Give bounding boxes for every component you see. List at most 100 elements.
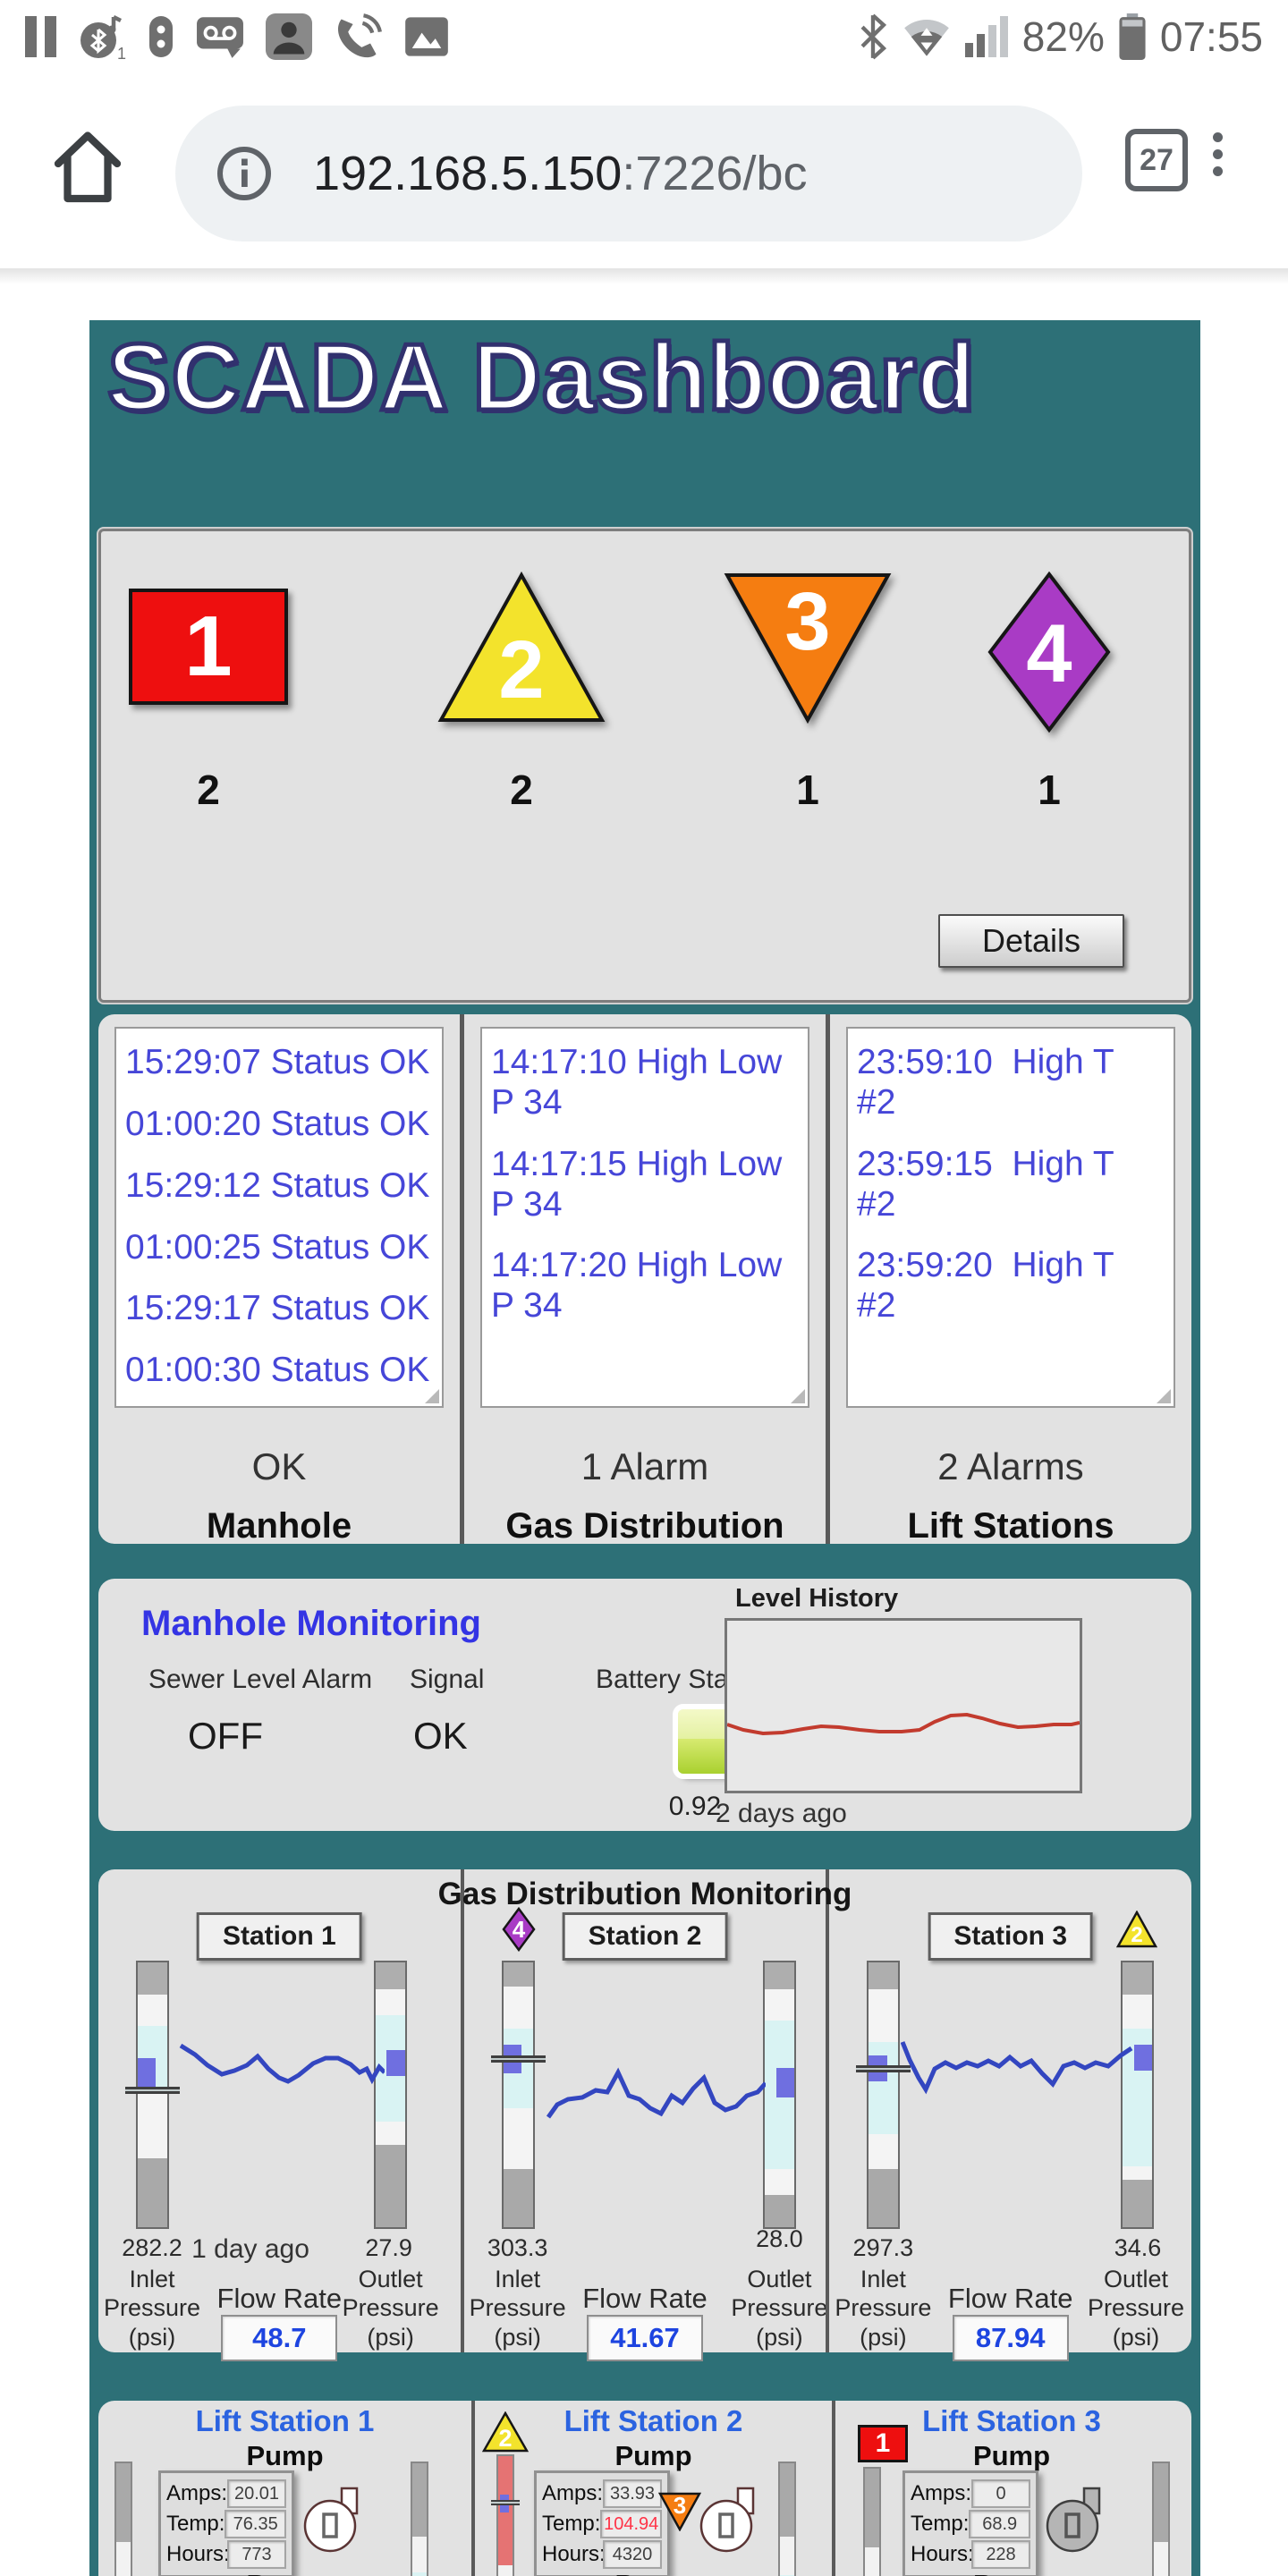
priority-4-diamond-icon: 4 bbox=[985, 571, 1114, 733]
flow-rate-label: Flow Rate bbox=[948, 2283, 1073, 2315]
lift-station-1-title: Lift Station 1 bbox=[98, 2404, 471, 2438]
station-2-outlet-tank bbox=[763, 1961, 796, 2229]
gas-distribution-panel: Gas Distribution Monitoring Station 1 bbox=[98, 1869, 1191, 2352]
lift-3-temp-value: 68.9 bbox=[969, 2510, 1030, 2538]
event-log-row: 15:29:07 Status OK 01:00:20 Status OK 15… bbox=[98, 1014, 1191, 1544]
lift-log-textarea[interactable]: 23:59:10 High T#2 23:59:15 High T#2 23:5… bbox=[846, 1027, 1175, 1408]
station-1-button[interactable]: Station 1 bbox=[197, 1912, 362, 1961]
browser-toolbar: 192.168.5.150:7226/bc 27 bbox=[0, 73, 1288, 268]
url-path: :7226/bc bbox=[622, 147, 807, 200]
log-panel-manhole: 15:29:07 Status OK 01:00:20 Status OK 15… bbox=[98, 1014, 460, 1544]
gas-log-textarea[interactable]: 14:17:10 High LowP 34 14:17:15 High LowP… bbox=[480, 1027, 809, 1408]
station-1-inlet-tank bbox=[136, 1961, 169, 2229]
alarm-priority-1: 1 bbox=[119, 571, 298, 705]
station-3-flow-value: 87.94 bbox=[953, 2315, 1069, 2361]
accessibility-icon bbox=[148, 14, 174, 59]
gas-station-2: 4 Station 2 bbox=[461, 1869, 826, 2352]
manhole-label: Manhole bbox=[114, 1506, 444, 1546]
station-2-flow-trend bbox=[547, 2053, 766, 2138]
lift-1-temp-value: 76.35 bbox=[225, 2510, 286, 2538]
outlet-pressure-label: Outlet Pressure (psi) bbox=[1073, 2265, 1199, 2351]
resize-handle-icon[interactable] bbox=[425, 1389, 439, 1403]
alarm-summary-panel: 1 2 3 4 2 2 1 bbox=[98, 529, 1191, 1003]
lift-3-pump-fields: Amps:0 Temp:68.9 Hours:228 bbox=[902, 2470, 1038, 2576]
station-2-diamond-badge-icon: 4 bbox=[502, 1907, 536, 1952]
lift-station-2-title: Lift Station 2 bbox=[475, 2404, 832, 2438]
station-3-button[interactable]: Station 3 bbox=[928, 1912, 1093, 1961]
sewer-level-alarm-label: Sewer Level Alarm bbox=[148, 1665, 372, 1695]
log-panel-gas: 14:17:10 High LowP 34 14:17:15 High LowP… bbox=[460, 1014, 826, 1544]
bluetooth-audio-icon: 1 bbox=[78, 13, 126, 61]
manhole-log-textarea[interactable]: 15:29:07 Status OK 01:00:20 Status OK 15… bbox=[114, 1027, 444, 1408]
gas-distribution-title: Gas Distribution Monitoring bbox=[438, 1877, 852, 1912]
temp-label: Temp: bbox=[911, 2512, 969, 2537]
svg-text:4: 4 bbox=[1026, 608, 1072, 699]
lift-3-amps-value: 0 bbox=[971, 2479, 1030, 2508]
gas-station-3: Station 3 2 bbox=[826, 1869, 1191, 2352]
inlet-pressure-label: Inlet Pressure (psi) bbox=[94, 2265, 210, 2351]
wifi-calling-icon bbox=[334, 13, 382, 60]
svg-text:3: 3 bbox=[674, 2492, 686, 2519]
browser-menu-button[interactable] bbox=[1213, 125, 1224, 183]
battery-percent: 82% bbox=[1022, 13, 1105, 61]
manhole-status: OK bbox=[114, 1445, 444, 1488]
status-bar: 1 bbox=[0, 0, 1288, 73]
page-title: SCADA Dashboard bbox=[107, 324, 976, 432]
battery-icon bbox=[1119, 13, 1146, 60]
resize-handle-icon[interactable] bbox=[1157, 1389, 1171, 1403]
details-button[interactable]: Details bbox=[938, 914, 1124, 968]
voicemail-icon bbox=[196, 15, 244, 58]
dashboard-root: SCADA Dashboard 1 2 3 4 bbox=[89, 320, 1200, 2576]
level-history-xlabel: 2 days ago bbox=[716, 1799, 847, 1829]
resize-handle-icon[interactable] bbox=[791, 1389, 805, 1403]
pump-2-label: Pump bbox=[98, 2569, 471, 2576]
sewer-level-alarm-value: OFF bbox=[188, 1715, 263, 1758]
priority-4-count: 1 bbox=[960, 766, 1139, 814]
signal-value: OK bbox=[413, 1715, 468, 1758]
clock: 07:55 bbox=[1160, 13, 1263, 61]
toolbar-shadow bbox=[0, 268, 1288, 295]
lift-3-right-gauge bbox=[1152, 2462, 1170, 2576]
priority-2-count: 2 bbox=[432, 766, 611, 814]
tab-count: 27 bbox=[1140, 143, 1174, 178]
photos-icon bbox=[403, 13, 450, 60]
svg-text:2: 2 bbox=[1131, 1923, 1142, 1947]
lift-station-2: 2 Lift Station 2 Pump Amps:33.93 Temp:10… bbox=[471, 2401, 832, 2576]
station-3-triangle-badge-icon: 2 bbox=[1116, 1911, 1157, 1948]
tab-switcher-button[interactable]: 27 bbox=[1125, 129, 1188, 191]
inlet-pressure-label: Inlet Pressure (psi) bbox=[460, 2265, 576, 2351]
cell-signal-icon bbox=[965, 16, 1008, 57]
inlet-pressure-label: Inlet Pressure (psi) bbox=[825, 2265, 941, 2351]
page-info-icon[interactable] bbox=[215, 144, 274, 203]
url-bar[interactable]: 192.168.5.150:7226/bc bbox=[175, 106, 1082, 242]
lift-station-3: Lift Station 3 1 Pump Amps:0 Temp:68.9 H… bbox=[832, 2401, 1188, 2576]
svg-text:4: 4 bbox=[512, 1916, 525, 1943]
gas-label: Gas Distribution bbox=[480, 1506, 809, 1546]
contact-icon bbox=[266, 13, 312, 60]
station-3-inlet-tank bbox=[867, 1961, 900, 2229]
lift-2-right-gauge bbox=[778, 2462, 796, 2576]
priority-3-inverted-triangle-icon: 3 bbox=[723, 571, 893, 724]
signal-label: Signal bbox=[410, 1665, 484, 1695]
station-1-flow-trend bbox=[179, 2035, 385, 2111]
lift-2-amps-value: 33.93 bbox=[603, 2479, 662, 2508]
svg-text:3: 3 bbox=[784, 576, 830, 667]
outlet-pressure-label: Outlet Pressure (psi) bbox=[328, 2265, 453, 2351]
lift-2-pump-icon bbox=[697, 2487, 759, 2555]
amps-label: Amps: bbox=[542, 2481, 603, 2506]
lift-1-hours-value: 773 bbox=[227, 2540, 286, 2569]
svg-text:2: 2 bbox=[498, 624, 544, 716]
lift-1-right-gauge bbox=[411, 2462, 428, 2576]
lift-2-hours-value: 4320 bbox=[603, 2540, 662, 2569]
url-host: 192.168.5.150 bbox=[313, 147, 622, 200]
lift-1-pump-fields: Amps:20.01 Temp:76.35 Hours:773 bbox=[158, 2470, 294, 2576]
hours-label: Hours: bbox=[166, 2542, 227, 2567]
lift-stations-panel: Lift Station 1 Pump Amps:20.01 Temp:76.3… bbox=[98, 2401, 1191, 2576]
bluetooth-icon bbox=[858, 13, 888, 60]
lift-3-hours-value: 228 bbox=[971, 2540, 1030, 2569]
home-button[interactable] bbox=[50, 125, 125, 208]
station-2-button[interactable]: Station 2 bbox=[563, 1912, 728, 1961]
gas-status: 1 Alarm bbox=[480, 1445, 809, 1488]
lift-2-inverted-triangle-badge-icon: 3 bbox=[658, 2492, 701, 2531]
lift-1-pump-icon bbox=[301, 2487, 363, 2555]
